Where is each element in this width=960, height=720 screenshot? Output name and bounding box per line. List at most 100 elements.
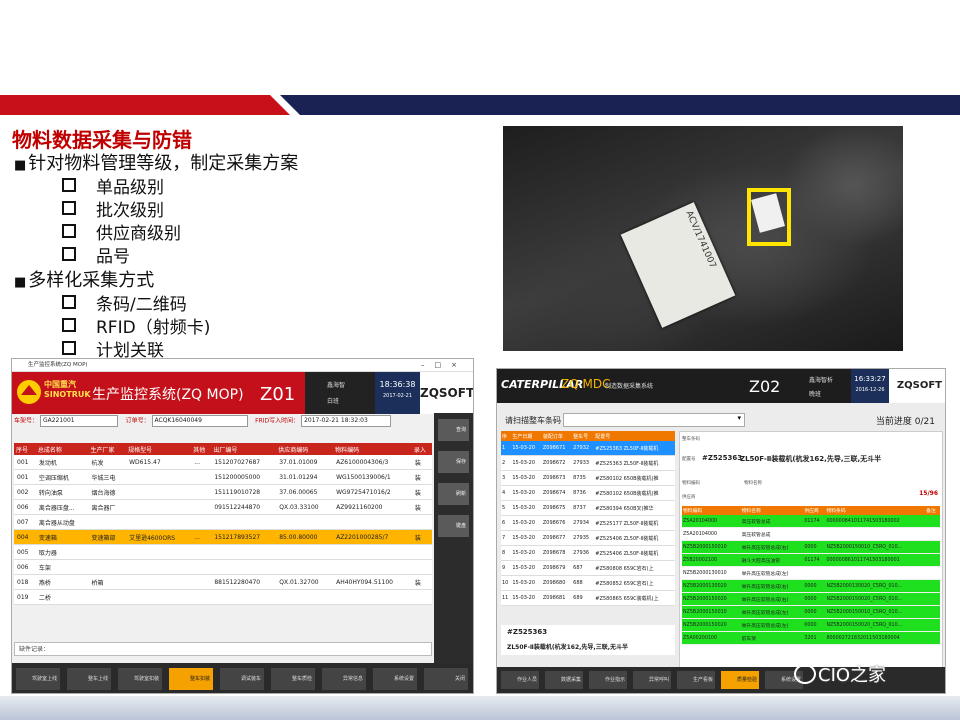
scan-input[interactable]: ▾ [563,413,745,427]
scan-bar: 请扫描整车条码 ▾ 当前进度 0/21 [501,413,941,427]
table-row[interactable]: 2 15-03-20 Z098672 27933 #Z525363 ZL50F-Ⅱ装载机 [501,455,675,471]
table-row[interactable]: NZ5B2000130020 举升高压软管总成(右) 0000 NZ5B2000130… [682,579,940,593]
table-row[interactable]: 004 变速箱 变速箱部 艾里逊4600ORS... 151217893527 85.00… [14,529,432,545]
footer-button[interactable]: 质量检验 [721,671,759,689]
table-cell [333,589,412,605]
table-cell [211,514,277,530]
footer-button[interactable]: 驾驶室上线 [16,668,60,690]
table-row[interactable]: 4 15-03-20 Z098674 8736 #Z580102 650B装载机(推 [501,485,675,501]
table-cell: 11 [501,590,512,606]
column-header[interactable]: 生产厂家 [88,443,127,455]
table-cell: 0000 [803,618,826,632]
footer-button[interactable]: 整车质检 [271,668,315,690]
footer-button[interactable]: 作业人员 [501,671,539,689]
footer-button[interactable]: 异常呼叫 [633,671,671,689]
column-header[interactable]: 物料条码 [825,506,926,515]
material-panel: 整车条码 配置号 #Z525363 ZL50F-Ⅱ装载机(杭发162,先导,三联… [679,431,943,673]
save-button[interactable]: 保存 [438,451,469,473]
table-cell: 取力器 [35,544,89,560]
table-row[interactable]: 1 15-03-20 Z098671 27932 #Z525363 ZL50F-Ⅱ装载机 [501,441,675,456]
window-controls[interactable]: –□× [421,359,467,371]
column-header[interactable]: 生产日期 [511,431,542,441]
order-table: 序生产日期 装配订单 整车号 配置号 1 15-03-20 Z098671 27932 #Z5… [501,431,675,606]
footer-button[interactable]: 整车上线 [67,668,111,690]
table-row[interactable]: 002 转向油泵 烟台海德 151119010728 37.06.00065 WG9725… [14,484,432,500]
table-row[interactable]: 006 车架 [14,559,432,575]
table-row[interactable]: 006 离合器压盘... 离合器厂 091512244870 QX.03.33100 AZ… [14,499,432,515]
table-cell: 举升高压软管总成(左) [740,618,804,632]
footer-button[interactable]: 异常信息 [322,668,366,690]
footer-button[interactable]: 驾驶室扣装 [118,668,162,690]
table-cell: AH40HY094.51100 [333,574,412,590]
column-header[interactable]: 规格型号 [126,443,192,455]
table-cell: #Z580865 659C装载机(上 [594,590,675,606]
table-cell: 举升高压软管总成(右) [740,592,804,606]
table-row[interactable]: 5 15-03-20 Z098675 8737 #Z580394 650B叉(推华 [501,500,675,516]
table-cell: 15-03-20 [511,485,542,501]
table-cell: 151207027687 [211,455,277,470]
table-row[interactable]: NZ5B2000150010 举升高压软管总成(左) 0000 NZ5B2000150… [682,605,940,619]
table-row[interactable]: NZ5B2000150020 举升高压软管总成(左) 0000 NZ5B2000150… [682,618,940,632]
query-button[interactable]: 查询 [438,419,469,441]
column-header[interactable]: 总成名称 [35,443,89,455]
table-cell: 5 [501,500,512,516]
table-row[interactable]: 9 15-03-20 Z098679 687 #Z580808 659C岩石(上 [501,560,675,576]
table-row[interactable]: 7 15-03-20 Z098677 27935 #Z525406 ZL50F-Ⅱ装载机 [501,530,675,546]
header-band-red [0,95,300,115]
table-row[interactable]: 019 二桥 [14,589,432,605]
column-header[interactable]: 供应商编码 [276,443,334,455]
table-row[interactable]: 6 15-03-20 Z098676 27934 #Z525177 ZL50F-Ⅱ装载机 [501,515,675,531]
footer-button[interactable]: 关闭 [424,668,468,690]
refresh-button[interactable]: 刷新 [438,483,469,505]
keyboard-button[interactable]: 键盘 [438,515,469,537]
table-row[interactable]: 8 15-03-20 Z098678 27936 #Z525406 ZL50F-Ⅱ装载机 [501,545,675,561]
footer-button[interactable]: 整车扣装 [169,668,213,690]
column-header[interactable]: 序号 [14,443,36,455]
footer-button[interactable]: 系统设置 [373,668,417,690]
frid-time-field[interactable]: 2017-02-21 18:32:03 [301,415,392,427]
table-row[interactable]: Z5A00200100 前车架 3201 8000027218320115031800… [682,631,940,645]
missing-parts-log[interactable]: 缺件记录： [14,642,432,656]
checkbox-icon [62,341,76,355]
vin-field[interactable]: GA221001 [39,415,118,427]
table-row[interactable]: 007 离合器从动盘 [14,514,432,530]
column-header[interactable]: 出厂编号 [211,443,277,455]
table-cell: NZ5B2000150020 [682,618,741,632]
table-row[interactable]: Z5A20104000 高压软管总成 [682,527,940,541]
column-header[interactable]: 其他 [191,443,212,455]
table-row[interactable]: NZ5B2000150020 举升高压软管总成(右) 0000 NZ5B2000150… [682,592,940,606]
column-header[interactable]: 物料编码 [333,443,412,455]
column-header[interactable]: 装配订单 [541,431,573,441]
column-header[interactable]: 配置号 [594,431,675,441]
footer-button[interactable]: 调试装车 [220,668,264,690]
table-row[interactable]: 3 15-03-20 Z098673 8735 #Z580102 650B装载机(推 [501,470,675,486]
table-row[interactable]: 001 空调压缩机 华城三电 151200005000 31.01.01294 WG150… [14,469,432,485]
mdc-window: CATERPILLAR ZQ MDC 制造数据采集系统 Z02 鑫海智析 晚班 … [496,368,946,694]
material-table: 物料编码 物料名称 供应商 物料条码 备注 Z5A20104000 高压软管总成 01174… [682,506,940,645]
table-row[interactable]: NZ5B2000130010 举升高压软管总成(左) [682,566,940,580]
table-cell: 37.06.00065 [276,484,334,500]
table-row[interactable]: NZ5B2000150010 举升高压软管总成(右) 0000 NZ5B2000150… [682,540,940,554]
column-header[interactable]: 供应商 [803,506,826,515]
column-header[interactable]: 物料编码 [682,506,741,515]
column-header[interactable]: 整车号 [572,431,595,441]
table-row[interactable]: 018 燕桥 桥箱 881512280470 QX.01.32700 AH40HY094.… [14,574,432,590]
footer-button[interactable]: 生产看板 [677,671,715,689]
table-row[interactable]: 005 取力器 [14,544,432,560]
table-cell [126,499,192,515]
column-header[interactable]: 备注 [925,506,940,515]
table-row[interactable]: 11 15-03-20 Z098681 689 #Z580865 659C装载机(上 [501,590,675,606]
table-cell [825,566,926,580]
footer-button[interactable]: 作业指示 [589,671,627,689]
column-header[interactable]: 序 [501,431,512,441]
system-subtitle: 制造数据采集系统 [605,383,654,390]
table-row[interactable]: 001 发动机 杭发 WD615.47... 151207027687 37.01.010… [14,455,432,470]
footer-button[interactable]: 数据采集 [545,671,583,689]
order-field[interactable]: ACQK16040049 [151,415,248,427]
table-row[interactable]: Z5A20104000 高压软管总成 01174 000000841011741503… [682,515,940,528]
table-row[interactable]: Z5B20002100 融斗大腔高压油管 01174 0000008610117415… [682,553,940,567]
column-header[interactable]: 录入 [411,443,432,455]
table-row[interactable]: 10 15-03-20 Z098680 688 #Z580852 659C岩石(上 [501,575,675,591]
table-cell: 3 [501,470,512,486]
column-header[interactable]: 物料名称 [740,506,804,515]
